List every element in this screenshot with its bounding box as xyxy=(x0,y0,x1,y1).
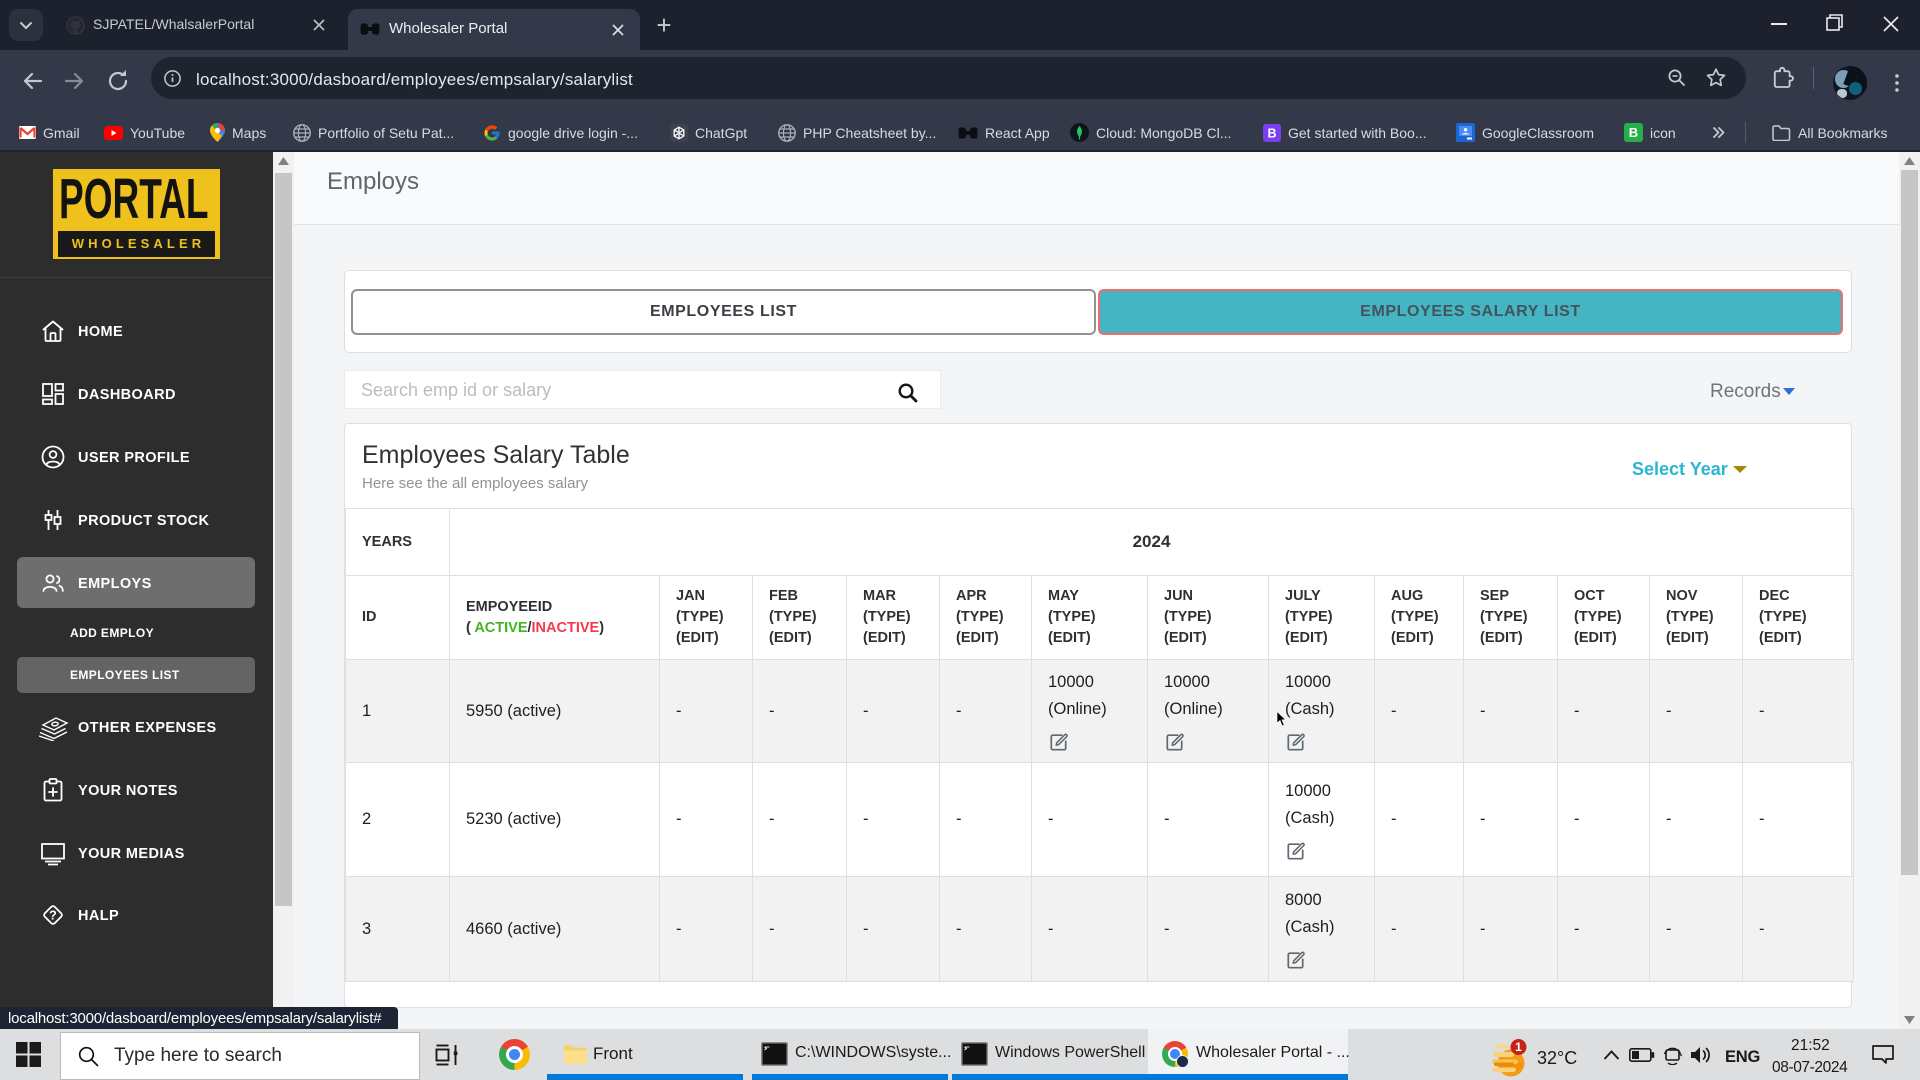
svg-text:1: 1 xyxy=(1515,1040,1522,1054)
svg-text:?: ? xyxy=(49,909,57,923)
svg-text:B: B xyxy=(1629,125,1638,140)
svg-text:B: B xyxy=(1267,126,1276,140)
